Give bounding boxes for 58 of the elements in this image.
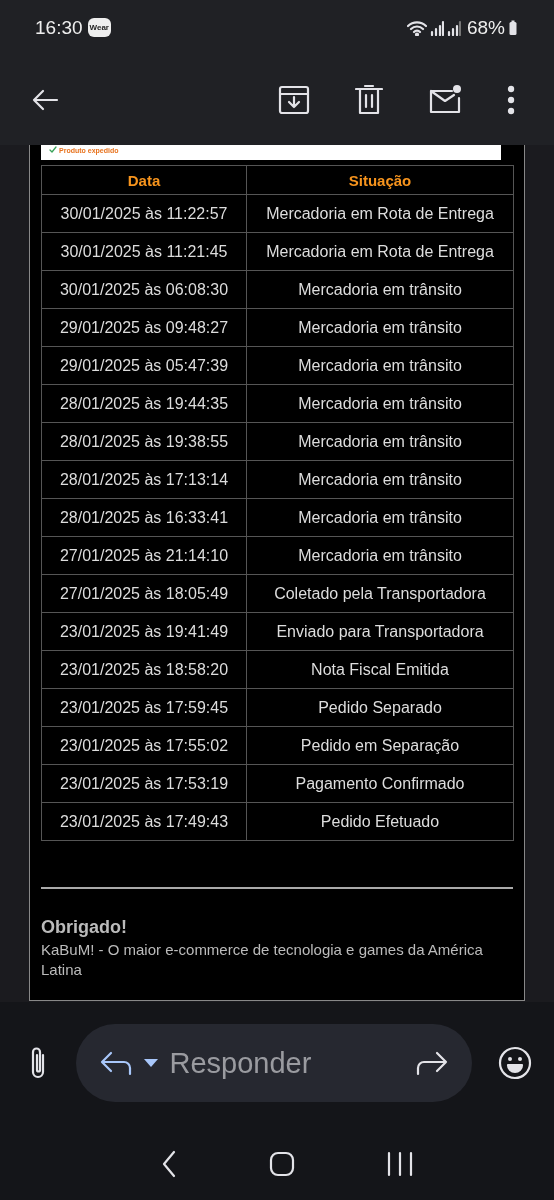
trash-icon[interactable] (355, 84, 383, 116)
table-cell: Mercadoria em trânsito (246, 498, 514, 537)
table-cell: Mercadoria em trânsito (246, 460, 514, 499)
mail-unread-icon[interactable] (428, 84, 462, 116)
table-cell: Nota Fiscal Emitida (246, 650, 514, 689)
table-cell: 30/01/2025 às 11:21:45 (41, 232, 247, 271)
forward-icon[interactable] (415, 1050, 448, 1076)
battery-percent: 68% (466, 16, 505, 39)
table-cell: 23/01/2025 às 18:58:20 (41, 650, 247, 689)
signal-icon (429, 19, 444, 36)
column-header: Situação (246, 165, 514, 195)
table-cell: Mercadoria em Rota de Entrega (246, 232, 514, 271)
table-cell: 23/01/2025 às 17:53:19 (41, 764, 247, 803)
check-icon (49, 146, 57, 153)
reply-field[interactable]: Responder (75, 1024, 472, 1102)
table-cell: Mercadoria em trânsito (246, 308, 514, 347)
table-cell: Enviado para Transportadora (246, 612, 514, 651)
archive-icon[interactable] (278, 84, 310, 116)
table-cell: 23/01/2025 às 17:59:45 (41, 688, 247, 727)
table-cell: Mercadoria em trânsito (246, 270, 514, 309)
table-cell: Pedido Separado (246, 688, 514, 727)
table-cell: 27/01/2025 às 21:14:10 (41, 536, 247, 575)
table-cell: 28/01/2025 às 17:13:14 (41, 460, 247, 499)
table-cell: Coletado pela Transportadora (246, 574, 514, 613)
clock-time: 16:30 (35, 16, 83, 39)
dropdown-caret-icon[interactable] (143, 1059, 158, 1067)
table-cell: 23/01/2025 às 17:49:43 (41, 802, 247, 841)
column-header: Data (41, 165, 247, 195)
table-cell: 28/01/2025 às 19:44:35 (41, 384, 247, 423)
table-cell: Mercadoria em trânsito (246, 346, 514, 385)
more-options-icon[interactable] (507, 85, 515, 115)
back-nav-icon[interactable] (161, 1150, 177, 1178)
table-cell: Mercadoria em trânsito (246, 384, 514, 423)
home-nav-icon[interactable] (269, 1151, 295, 1177)
battery-icon (508, 19, 518, 36)
table-cell: 29/01/2025 às 05:47:39 (41, 346, 247, 385)
table-cell: 28/01/2025 às 19:38:55 (41, 422, 247, 461)
recents-nav-icon[interactable] (387, 1151, 413, 1177)
table-cell: Pedido Efetuado (246, 802, 514, 841)
table-cell: 27/01/2025 às 18:05:49 (41, 574, 247, 613)
table-cell: Pagamento Confirmado (246, 764, 514, 803)
signal-icon (446, 19, 461, 36)
table-cell: 28/01/2025 às 16:33:41 (41, 498, 247, 537)
wifi-icon (406, 19, 427, 36)
table-cell: Mercadoria em trânsito (246, 536, 514, 575)
table-cell: Pedido em Separação (246, 726, 514, 765)
table-cell: 23/01/2025 às 17:55:02 (41, 726, 247, 765)
table-cell: 23/01/2025 às 19:41:49 (41, 612, 247, 651)
table-cell: Mercadoria em trânsito (246, 422, 514, 461)
table-cell: 30/01/2025 às 06:08:30 (41, 270, 247, 309)
tagline-text: KaBuM! - O maior e-commerce de tecnologia e games da América Latina (41, 940, 484, 980)
reply-icon[interactable] (99, 1050, 132, 1076)
wear-badge: Wear (87, 18, 111, 37)
emoji-icon[interactable] (498, 1046, 532, 1080)
table-cell: Mercadoria em Rota de Entrega (246, 194, 514, 233)
table-cell: 30/01/2025 às 11:22:57 (41, 194, 247, 233)
thanks-heading: Obrigado! (41, 917, 128, 938)
table-cell: 29/01/2025 às 09:48:27 (41, 308, 247, 347)
